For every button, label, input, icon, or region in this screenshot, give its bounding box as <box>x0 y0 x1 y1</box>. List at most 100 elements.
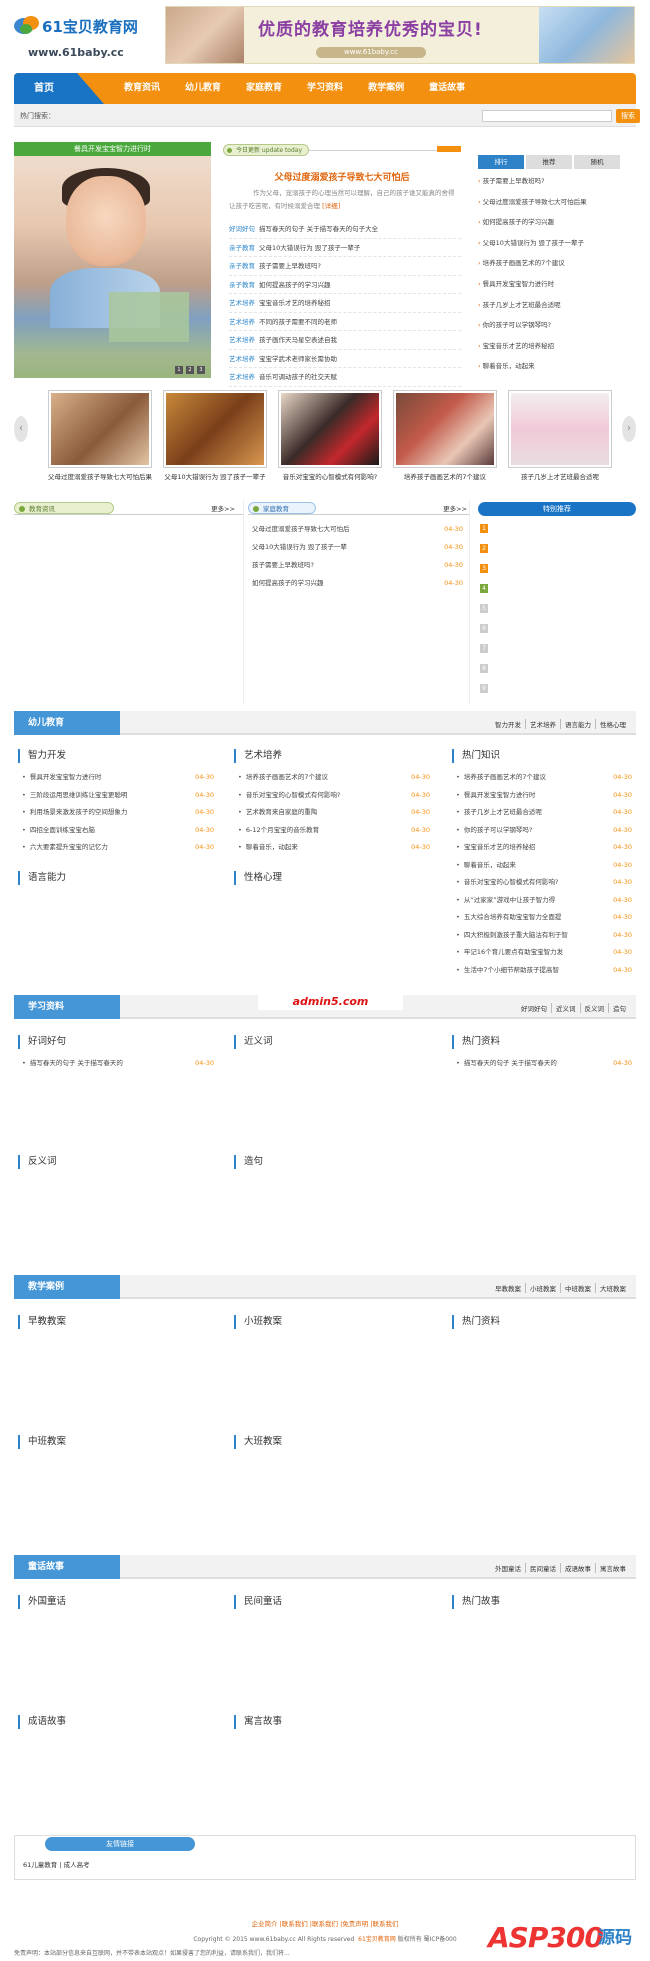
list-item[interactable]: 培养孩子画画艺术的7个建议04-30 <box>234 769 434 787</box>
list-item[interactable]: 艺术培养 不同的孩子需要不同的老师 <box>229 313 461 331</box>
list-item[interactable]: 孩子需要上早教班吗? 04-30 <box>248 556 469 574</box>
section-tag[interactable]: 智力开发 <box>491 719 525 729</box>
list-item[interactable]: 培养孩子画画艺术的7个建议 <box>478 253 628 274</box>
more-link[interactable]: 更多>> <box>211 503 235 513</box>
list-item[interactable]: 五大综合培养有助宝宝智力全面提04-30 <box>452 909 636 927</box>
column-heading[interactable]: 中班教案 <box>18 1435 218 1449</box>
section-title[interactable]: 教学案例 <box>14 1275 120 1299</box>
section-tag[interactable]: 性格心理 <box>595 719 630 729</box>
nav-home[interactable]: 首页 <box>14 73 104 104</box>
column-heading[interactable]: 语言能力 <box>18 871 218 885</box>
list-item[interactable]: 描写春天的句子 关于描写春天的04-30 <box>452 1055 636 1073</box>
footer-site-link[interactable]: 61宝贝教育网 <box>358 1936 396 1943</box>
list-item[interactable]: 生活中7个小细节帮助孩子提高智04-30 <box>452 962 636 980</box>
header-banner[interactable]: 优质的教育培养优秀的宝贝! www.61baby.cc <box>165 6 635 64</box>
section-tag[interactable]: 好词好句 <box>517 1003 551 1013</box>
chevron-left-icon[interactable]: ‹ <box>14 416 28 442</box>
list-item[interactable]: 描写春天的句子 关于描写春天的04-30 <box>18 1055 218 1073</box>
list-item[interactable]: 艺术培养 孩子画作天马星空表述自我 <box>229 331 461 350</box>
list-item[interactable]: 聊着音乐，动起来04-30 <box>234 839 434 857</box>
list-item[interactable]: 餐具开发宝宝智力进行时 <box>478 274 628 295</box>
column-heading[interactable]: 好词好句 <box>18 1035 218 1049</box>
list-item[interactable]: 从“过家家”游戏中让孩子智力得04-30 <box>452 892 636 910</box>
column-heading[interactable]: 热门故事 <box>452 1595 636 1609</box>
section-tag[interactable]: 艺术培养 <box>525 719 560 729</box>
column-heading[interactable]: 寓言故事 <box>234 1715 434 1729</box>
thumb-card[interactable]: 父母10大错误行为 毁了孩子一辈子 <box>163 390 267 481</box>
section-tag[interactable]: 寓言故事 <box>595 1563 630 1573</box>
nav-item-jiatingjiaoyu[interactable]: 家庭教育 <box>246 73 282 104</box>
nav-item-tonghuagushi[interactable]: 童话故事 <box>429 73 465 104</box>
list-item[interactable]: 如何提高孩子的学习兴趣 <box>478 212 628 233</box>
site-logo[interactable]: 61宝贝教育网 www.61baby.cc <box>14 10 164 65</box>
list-item[interactable]: 艺术培养 宝宝学武术老师家长需协助 <box>229 350 461 368</box>
tab-random[interactable]: 随机 <box>574 155 620 169</box>
list-item[interactable]: 四大积极刺激孩子重大脑沽有利于智04-30 <box>452 927 636 945</box>
list-item[interactable]: 父母10大错误行为 毁了孩子一辈子 <box>478 233 628 254</box>
list-item[interactable]: 三阶段运用思维训练让宝宝更聪明04-30 <box>18 787 218 805</box>
list-item[interactable]: 利用场景来激发孩子的空间想象力04-30 <box>18 804 218 822</box>
list-item[interactable]: 父母过度溺爱孩子导致七大可怕后果 <box>478 192 628 213</box>
admin5-ad-banner[interactable]: admin5.com <box>258 993 403 1010</box>
column-heading[interactable]: 性格心理 <box>234 871 434 885</box>
section-title[interactable]: 幼儿教育 <box>14 711 120 735</box>
column-heading[interactable]: 外国童话 <box>18 1595 218 1609</box>
section-title[interactable]: 童话故事 <box>14 1555 120 1579</box>
list-item[interactable]: 亲子教育 孩子需要上早教班吗? <box>229 257 461 276</box>
thumb-card[interactable]: 孩子几岁上才艺班最合适呢 <box>508 390 612 481</box>
more-link[interactable]: 更多>> <box>443 503 467 513</box>
column-heading[interactable]: 近义词 <box>234 1035 434 1049</box>
list-item[interactable]: 艺术培养 音乐可调动孩子的社交天赋 <box>229 368 461 387</box>
column-heading[interactable]: 热门资料 <box>452 1035 636 1049</box>
tab-recommend[interactable]: 推荐 <box>526 155 572 169</box>
thumb-card[interactable]: 培养孩子画画艺术的7个建议 <box>393 390 497 481</box>
chevron-right-icon[interactable]: › <box>622 416 636 442</box>
list-item[interactable]: 六大要素提升宝宝的记忆力04-30 <box>18 839 218 857</box>
list-item[interactable]: 亲子教育 如何提高孩子的学习兴趣 <box>229 276 461 294</box>
list-item[interactable]: 餐具开发宝宝智力进行时04-30 <box>452 787 636 805</box>
tab-rank[interactable]: 排行 <box>478 155 524 169</box>
list-item[interactable]: 父母10大错误行为 毁了孩子一辈 04-30 <box>248 538 469 556</box>
section-tag[interactable]: 语言能力 <box>560 719 595 729</box>
section-tag[interactable]: 外国童话 <box>491 1563 525 1573</box>
column-heading[interactable]: 艺术培养 <box>234 749 434 763</box>
nav-item-youerjiaoyu[interactable]: 幼儿教育 <box>185 73 221 104</box>
column-heading[interactable]: 小班教案 <box>234 1315 434 1329</box>
list-item[interactable]: 艺术教育来自家庭的重陶04-30 <box>234 804 434 822</box>
slide-dot[interactable]: 1 <box>175 366 183 374</box>
list-item[interactable]: 培养孩子画画艺术的7个建议04-30 <box>452 769 636 787</box>
column-heading[interactable]: 反义词 <box>18 1155 218 1169</box>
column-heading[interactable]: 民间童话 <box>234 1595 434 1609</box>
list-item[interactable]: 孩子几岁上才艺班最合适呢04-30 <box>452 804 636 822</box>
column-heading[interactable]: 早教教案 <box>18 1315 218 1329</box>
list-item[interactable]: 孩子需要上早教班吗? <box>478 171 628 192</box>
more-icon[interactable] <box>437 146 461 152</box>
list-item[interactable]: 牢记16个育儿要点有助宝宝智力发04-30 <box>452 944 636 962</box>
list-item[interactable]: 你的孩子可以学钢琴吗? <box>478 315 628 336</box>
list-item[interactable]: 如何提高孩子的学习兴趣 04-30 <box>248 574 469 592</box>
column-heading[interactable]: 热门资料 <box>452 1315 636 1329</box>
detail-link[interactable]: [详细] <box>322 202 340 210</box>
column-heading[interactable]: 智力开发 <box>18 749 218 763</box>
section-tag[interactable]: 中班教案 <box>560 1283 595 1293</box>
thumb-card[interactable]: 父母过度溺爱孩子导致七大可怕后果 <box>48 390 152 481</box>
nav-item-jiaoxueanli[interactable]: 教学案例 <box>368 73 404 104</box>
friend-links-list[interactable]: 61儿童教育 | 成人高考 <box>23 1859 90 1869</box>
thumb-card[interactable]: 音乐对宝宝的心智模式有何影响? <box>278 390 382 481</box>
column-heading[interactable]: 大班教案 <box>234 1435 434 1449</box>
section-tag[interactable]: 小班教案 <box>525 1283 560 1293</box>
list-item[interactable]: 音乐对宝宝的心智模式有何影响?04-30 <box>452 874 636 892</box>
slide-dot[interactable]: 2 <box>186 366 194 374</box>
section-title[interactable]: 学习资料 <box>14 995 120 1019</box>
list-item[interactable]: 聊着音乐，动起来04-30 <box>452 857 636 875</box>
focus-slideshow[interactable]: 餐具开发宝宝智力进行时 1 2 3 <box>14 142 211 378</box>
search-button[interactable]: 搜索 <box>616 109 640 123</box>
section-tag[interactable]: 大班教案 <box>595 1283 630 1293</box>
list-item[interactable]: 艺术培养 宝宝音乐才艺的培养秘招 <box>229 294 461 313</box>
list-item[interactable]: 聊着音乐，动起来 <box>478 356 628 377</box>
list-item[interactable]: 你的孩子可以学钢琴吗?04-30 <box>452 822 636 840</box>
list-item[interactable]: 父母过度溺爱孩子导致七大可怕后 04-30 <box>248 520 469 538</box>
slide-dot[interactable]: 3 <box>197 366 205 374</box>
section-tag[interactable]: 反义词 <box>579 1003 609 1013</box>
section-tag[interactable]: 近义词 <box>551 1003 580 1013</box>
